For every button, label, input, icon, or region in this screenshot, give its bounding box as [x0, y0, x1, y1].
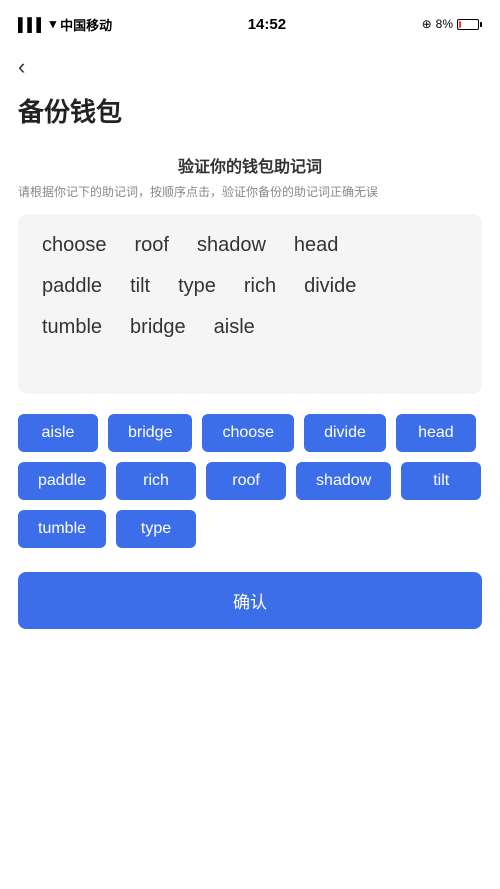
word-row-3: tumble bridge aisle	[42, 316, 458, 339]
selectable-word-button[interactable]: tilt	[401, 462, 481, 500]
selectable-word-button[interactable]: shadow	[296, 462, 391, 500]
display-word: tumble	[42, 316, 102, 339]
status-time: 14:52	[248, 16, 286, 33]
selectable-word-button[interactable]: choose	[202, 414, 294, 452]
selectable-word-button[interactable]: paddle	[18, 462, 106, 500]
selectable-word-button[interactable]: aisle	[18, 414, 98, 452]
display-word: paddle	[42, 275, 102, 298]
display-word: aisle	[214, 316, 255, 339]
signal-icon: ▌▌▌	[18, 17, 46, 32]
battery-percentage: 8%	[436, 17, 453, 31]
word-row-1: choose roof shadow head	[42, 234, 458, 257]
display-word: bridge	[130, 316, 186, 339]
status-carrier: ▌▌▌ ▾ 中国移动	[18, 15, 112, 34]
word-buttons-area: aisle bridge choose divide head paddle richroo…	[18, 414, 482, 548]
selectable-word-button[interactable]: tumble	[18, 510, 106, 548]
selectable-word-button[interactable]: type	[116, 510, 196, 548]
display-word: shadow	[197, 234, 266, 257]
confirm-area: 确认	[18, 572, 482, 629]
status-bar: ▌▌▌ ▾ 中国移动 14:52 ⊕ 8%	[0, 0, 500, 44]
word-display-box: choose roof shadow head paddle tilt type rich d…	[18, 214, 482, 394]
display-word: choose	[42, 234, 107, 257]
display-word: type	[178, 275, 216, 298]
selectable-word-button[interactable]: rich	[116, 462, 196, 500]
display-word: roof	[135, 234, 169, 257]
selectable-word-button[interactable]: bridge	[108, 414, 192, 452]
section-header: 验证你的钱包助记词 请根据你记下的助记词，按顺序点击，验证你备份的助记词正确无误	[18, 153, 482, 202]
selectable-word-button[interactable]: roof	[206, 462, 286, 500]
section-main-title: 验证你的钱包助记词	[18, 153, 482, 177]
selectable-word-button[interactable]: head	[396, 414, 476, 452]
battery-icon	[457, 19, 482, 30]
display-word: tilt	[130, 275, 150, 298]
word-row-2: paddle tilt type rich divide	[42, 275, 458, 298]
back-button[interactable]: ‹	[0, 44, 43, 80]
wifi-icon: ▾	[50, 16, 57, 32]
display-word: head	[294, 234, 339, 257]
confirm-button[interactable]: 确认	[18, 572, 482, 629]
selectable-word-button[interactable]: divide	[304, 414, 386, 452]
display-word: rich	[244, 275, 276, 298]
display-word: divide	[304, 275, 356, 298]
status-battery-area: ⊕ 8%	[422, 17, 482, 31]
circle-icon: ⊕	[422, 17, 432, 31]
page-title: 备份钱包	[0, 80, 500, 129]
section-sub-title: 请根据你记下的助记词，按顺序点击，验证你备份的助记词正确无误	[18, 183, 482, 202]
